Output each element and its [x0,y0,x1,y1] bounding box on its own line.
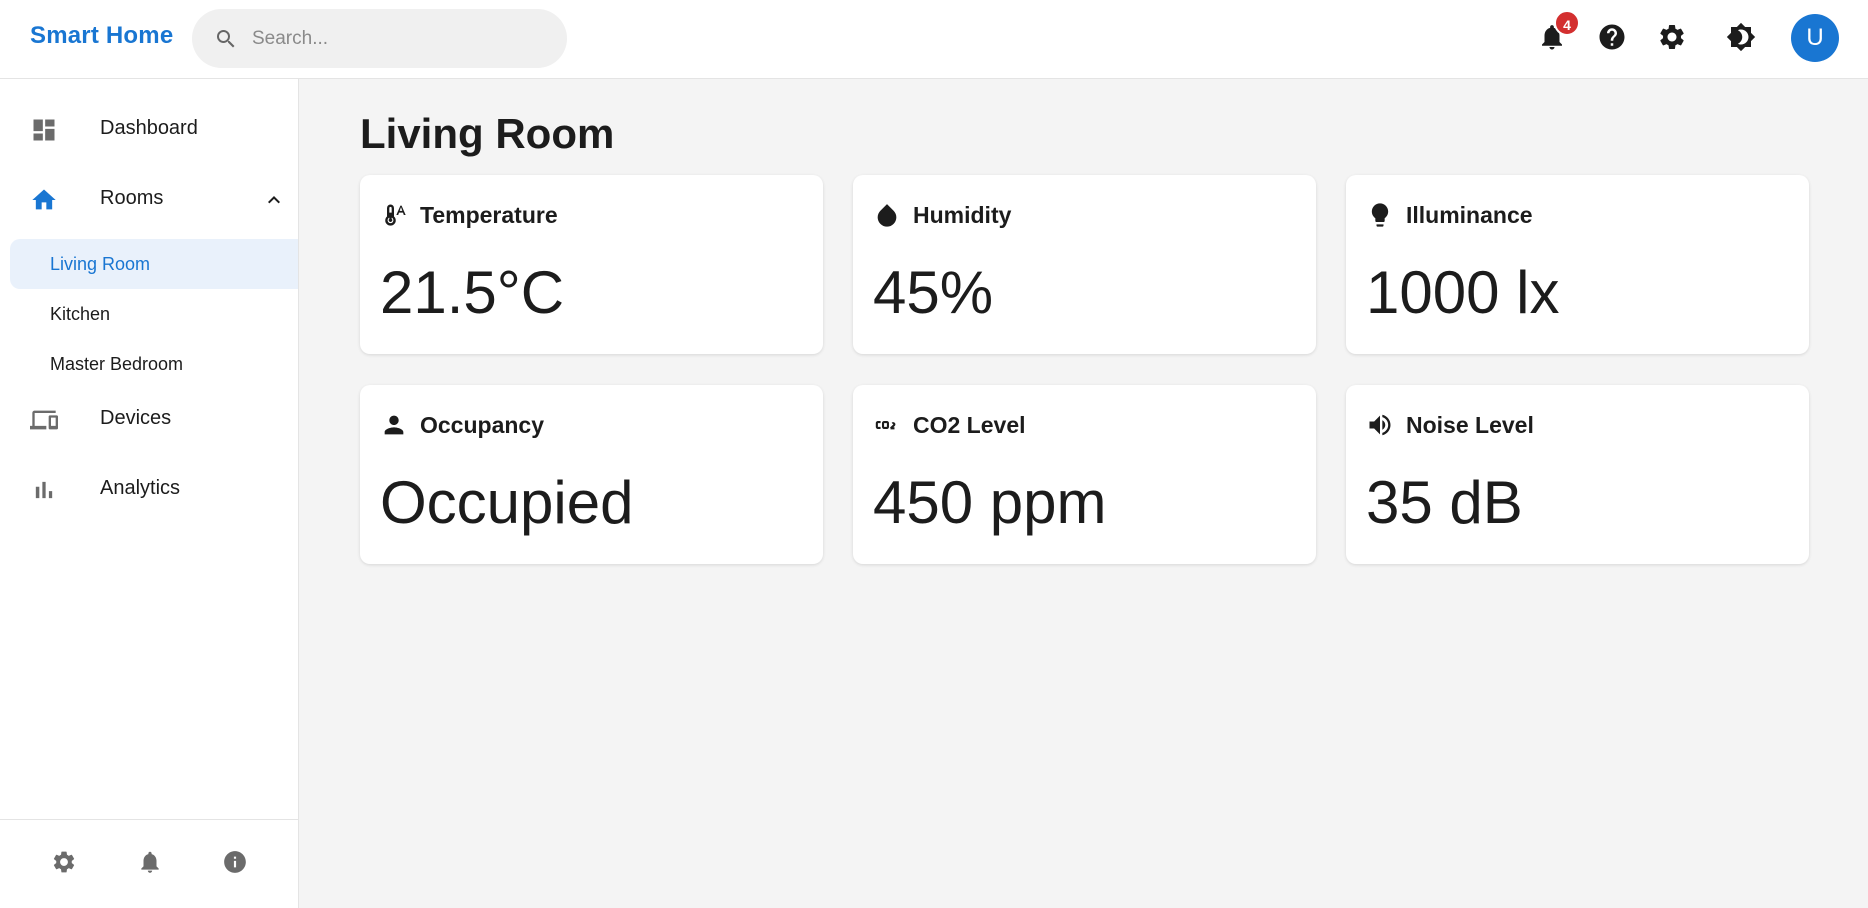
co2-icon [873,411,901,439]
person-icon [380,411,408,439]
volume-icon [1366,411,1394,439]
card-value: 1000 lx [1366,259,1560,326]
page-title: Living Room [360,110,615,157]
sensor-card-temperature: Temperature 21.5°C [360,175,823,354]
user-avatar[interactable]: U [1791,14,1839,62]
card-value: 35 dB [1366,469,1523,536]
sidebar-subitem-kitchen[interactable]: Kitchen [10,289,298,339]
top-app-bar: Smart Home 4 U [0,0,1868,79]
card-title: Occupancy [420,412,544,438]
sidebar-item-label: Rooms [100,187,164,209]
card-value: 450 ppm [873,469,1107,536]
home-icon [30,186,58,214]
sidebar-item-rooms[interactable]: Rooms [0,169,298,229]
card-title: CO2 Level [913,412,1026,438]
brand-title[interactable]: Smart Home [30,22,173,50]
water-drop-icon [873,201,901,229]
help-button[interactable] [1597,22,1627,52]
search-icon [214,27,238,51]
brightness-icon [1726,22,1756,52]
sidebar-item-dashboard[interactable]: Dashboard [0,99,298,159]
chevron-up-icon[interactable] [262,188,286,212]
settings-button[interactable] [1657,22,1687,52]
search-box[interactable] [192,9,567,68]
sidebar-footer [0,819,298,908]
sensor-card-illuminance: Illuminance 1000 lx [1346,175,1809,354]
dashboard-icon [30,116,58,144]
card-title: Noise Level [1406,412,1534,438]
sidebar: Dashboard Rooms Living Room Kitchen Mast… [0,79,299,908]
card-value: 45% [873,259,994,326]
gear-icon [1660,24,1684,49]
sensor-card-humidity: Humidity 45% [853,175,1316,354]
card-title: Illuminance [1406,202,1533,228]
notification-count-badge: 4 [1554,10,1580,36]
sensor-card-co2: CO2 Level 450 ppm [853,385,1316,564]
thermometer-icon [380,201,408,229]
lightbulb-icon [1366,201,1394,229]
notifications-icon[interactable] [137,849,163,875]
sidebar-subitem-living-room[interactable]: Living Room [10,239,298,289]
sensor-card-occupancy: Occupancy Occupied [360,385,823,564]
sidebar-subitem-master-bedroom[interactable]: Master Bedroom [10,339,298,389]
bar-chart-icon [30,476,58,504]
card-value: Occupied [380,469,634,536]
help-icon [1599,24,1625,50]
card-value: 21.5°C [380,259,565,326]
sidebar-item-label: Analytics [100,477,181,499]
search-input[interactable] [252,9,552,68]
devices-icon [30,406,58,434]
card-title: Temperature [420,202,558,228]
settings-icon[interactable] [51,849,77,875]
sidebar-item-label: Dashboard [100,117,198,139]
sensor-card-noise: Noise Level 35 dB [1346,385,1809,564]
card-title: Humidity [913,202,1012,228]
sidebar-item-analytics[interactable]: Analytics [0,459,298,519]
sidebar-item-devices[interactable]: Devices [0,389,298,449]
sidebar-item-label: Devices [100,407,172,429]
theme-toggle-button[interactable] [1726,22,1756,52]
info-icon[interactable] [222,849,248,875]
